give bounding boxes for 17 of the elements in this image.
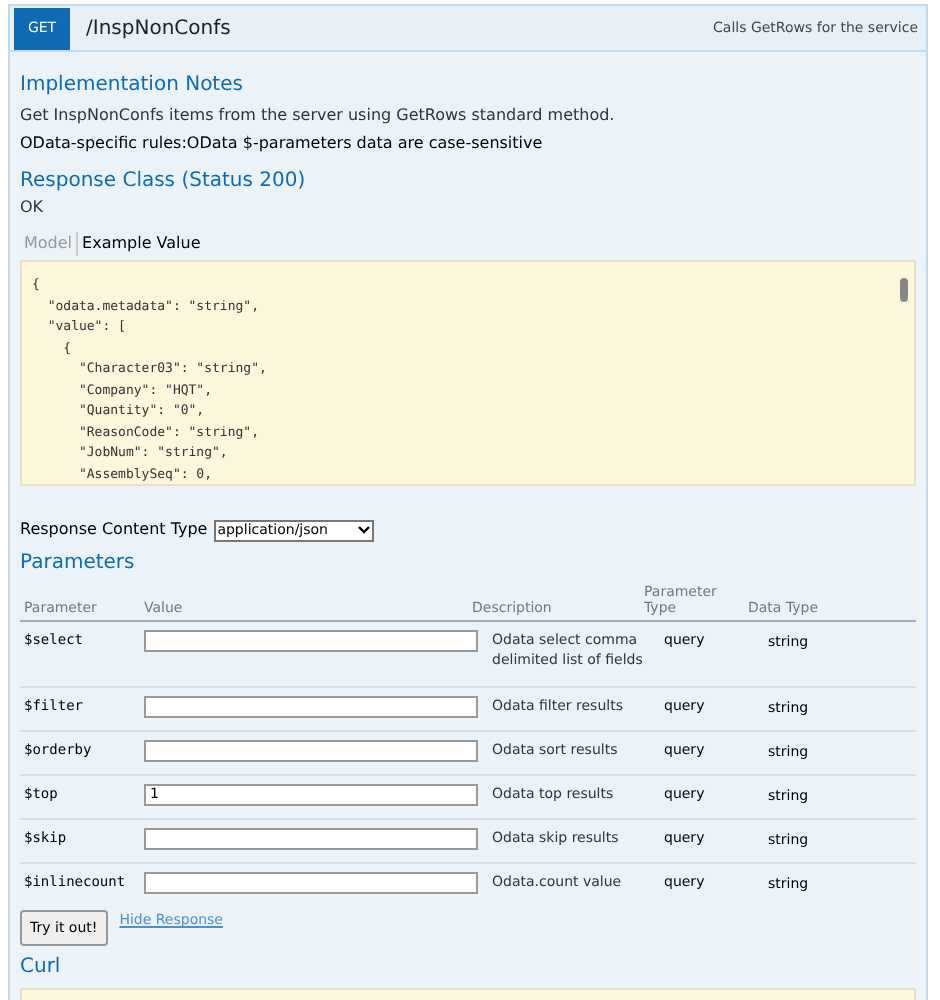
- chevron-down-icon: [357, 526, 370, 534]
- tab[interactable]: Example Value: [76, 232, 205, 256]
- value-input[interactable]: [144, 696, 478, 718]
- field-label: Response Content Type: [20, 518, 208, 542]
- section-title: Curl: [20, 954, 63, 982]
- status-text: OK: [20, 196, 46, 220]
- rules-text: OData-specific rules:OData $-parameters data are case-sensitive: [20, 132, 545, 156]
- value-input[interactable]: [144, 872, 478, 894]
- value-input[interactable]: [144, 828, 478, 850]
- section-title: Response Class (Status 200): [20, 168, 308, 196]
- value-input[interactable]: [144, 740, 478, 762]
- value-input[interactable]: [144, 630, 478, 652]
- endpoint-path[interactable]: /InspNonConfs: [86, 13, 231, 43]
- notes-text: Get InspNonConfs items from the server using GetRows standard method.: [20, 104, 617, 128]
- scrollbar[interactable]: [900, 278, 908, 302]
- section-title: Implementation Notes: [20, 72, 245, 100]
- section-title: Parameters: [20, 550, 137, 578]
